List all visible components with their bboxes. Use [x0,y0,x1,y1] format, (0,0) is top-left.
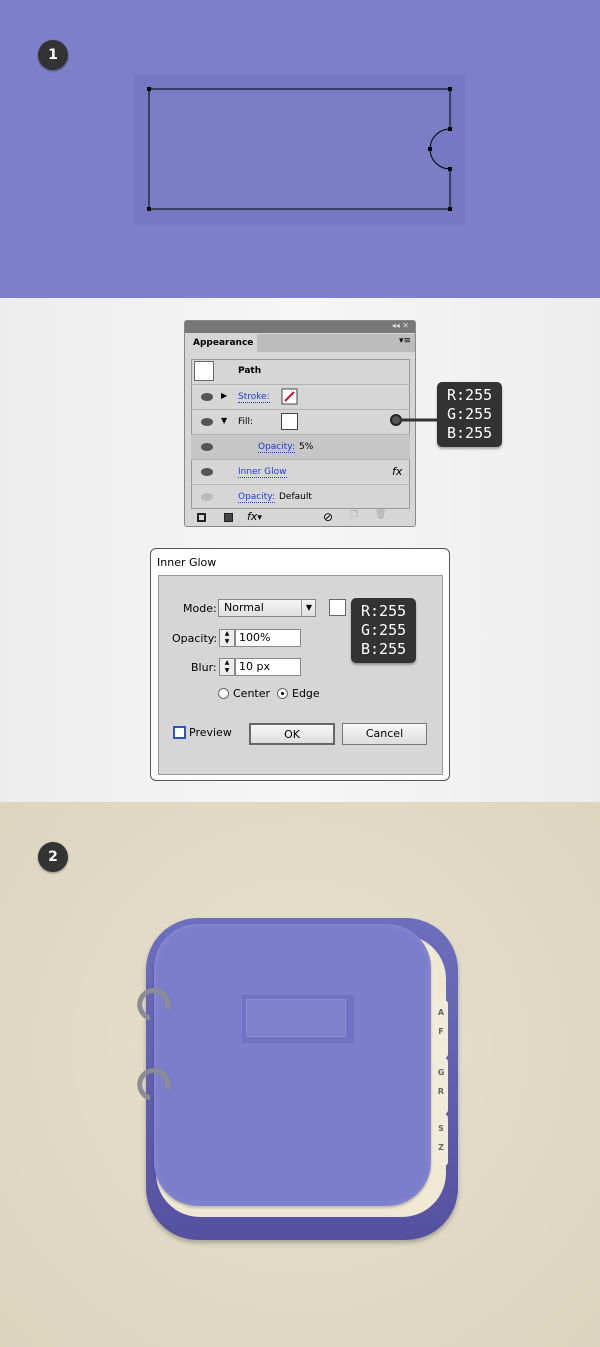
eye-icon[interactable] [201,418,213,426]
binder-rings-icon [137,988,171,1101]
duplicate-icon[interactable]: ❐ [350,510,358,520]
center-label: Center [233,687,271,700]
edge-label: Edge [292,687,320,700]
blur-label: Blur: [191,661,217,674]
mode-label: Mode: [183,602,217,615]
path-thumbnail [194,361,214,381]
add-effect-icon[interactable]: fx▾ [247,510,262,523]
blur-stepper[interactable]: ▲ ▼ [219,658,235,676]
red-value: R:255 [361,602,407,620]
cancel-button[interactable]: Cancel [342,723,427,745]
tab-appearance[interactable]: Appearance [189,334,257,352]
glow-color-callout: R:255 G:255 B:255 [351,598,417,663]
blue-value: B:255 [361,640,407,658]
opacity-input[interactable]: 100% [235,629,301,647]
step-badge: 2 [38,842,68,872]
fill-color-callout: R:255 G:255 B:255 [437,382,503,447]
eye-icon[interactable] [201,443,213,451]
preview-checkbox[interactable] [173,726,186,739]
mode-select[interactable]: Normal ▼ [218,599,316,617]
edge-radio[interactable] [277,688,288,699]
selected-path[interactable] [0,0,600,298]
green-value: G:255 [447,405,493,423]
red-value: R:255 [447,386,493,404]
path-label: Path [238,366,262,376]
fill-opacity-link[interactable]: Opacity: [258,442,295,453]
opacity-label: Opacity: [172,632,218,645]
eye-icon[interactable] [201,493,213,501]
stroke-none-swatch[interactable] [281,388,298,405]
fx-icon: fx [392,465,403,478]
tab-letter: G [437,1068,445,1077]
index-tab: AF [434,1000,448,1058]
tab-letter: S [438,1124,444,1133]
eye-icon[interactable] [201,393,213,401]
fill-callout-connector [390,414,440,426]
mode-value: Normal [224,601,264,614]
fill-opacity-row[interactable]: Opacity: 5% [191,434,410,459]
panel-menu-icon[interactable]: ▾≡ [399,336,411,346]
opacity-row[interactable]: Opacity: Default [191,484,410,509]
stroke-link[interactable]: Stroke: [238,392,270,403]
step-1-canvas: 1 [0,0,600,298]
fill-row[interactable]: ▼ Fill: [191,409,410,434]
fill-swatch[interactable] [281,413,298,430]
expand-icon[interactable]: ▶ [221,391,227,400]
tab-letter: R [437,1087,445,1096]
appearance-panel: ◂◂ ✕ Appearance ▾≡ Path ▶ Stroke: ▼ Fill… [184,320,416,527]
blue-value: B:255 [447,424,493,442]
panel-titlebar[interactable]: ◂◂ ✕ [185,321,415,333]
clear-appearance-icon[interactable]: ⊘ [323,510,333,524]
glow-color-swatch[interactable] [329,599,346,616]
fill-opacity-value: 5% [299,442,314,452]
fill-label: Fill: [238,417,254,427]
inner-glow-link[interactable]: Inner Glow [238,467,287,478]
tab-letter: Z [438,1143,444,1152]
eye-icon[interactable] [201,468,213,476]
trash-icon[interactable]: 🗑 [375,510,386,520]
label-holder [242,995,354,1043]
blur-input[interactable]: 10 px [235,658,301,676]
center-radio[interactable] [218,688,229,699]
opacity-stepper[interactable]: ▲ ▼ [219,629,235,647]
dialog-title: Inner Glow [157,556,217,569]
tab-letter: A [437,1008,445,1017]
opacity-value: Default [279,492,312,502]
green-value: G:255 [361,621,407,639]
chevron-down-icon: ▼ [300,600,312,616]
collapse-icon[interactable]: ▼ [221,416,227,425]
inner-glow-dialog: Inner Glow Mode: Normal ▼ Opacity: ▲ ▼ 100… [150,548,450,781]
ok-button[interactable]: OK [249,723,335,745]
add-fill-icon[interactable] [224,513,233,522]
stroke-row[interactable]: ▶ Stroke: [191,384,410,409]
index-tab: GR [434,1058,448,1114]
opacity-link[interactable]: Opacity: [238,492,275,503]
inner-glow-row[interactable]: Inner Glow fx [191,459,410,484]
tab-letter: F [438,1027,444,1036]
preview-label: Preview [189,726,232,739]
add-stroke-icon[interactable] [197,513,206,522]
index-tab: SZ [434,1114,448,1166]
notebook-front-cover [154,924,431,1206]
